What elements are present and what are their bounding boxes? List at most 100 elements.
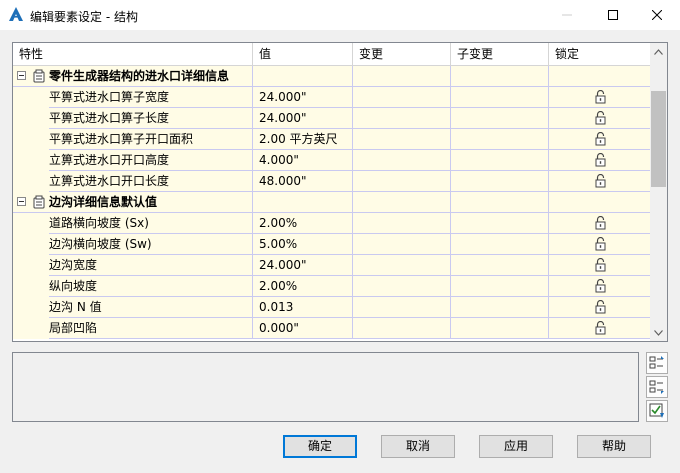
minimize-button[interactable] (544, 0, 590, 30)
maximize-button[interactable] (590, 0, 636, 30)
property-value[interactable]: 4.000" (253, 150, 353, 171)
child-override-cell (451, 87, 549, 108)
minimize-icon (562, 14, 572, 16)
property-name: 边沟横向坡度 (Sw) (49, 234, 253, 255)
override-cell (353, 171, 451, 192)
override-cell (353, 318, 451, 339)
property-row[interactable]: 边沟 N 值 0.013 (13, 297, 650, 318)
property-value[interactable]: 24.000" (253, 87, 353, 108)
property-row[interactable]: 立箅式进水口开口高度 4.000" (13, 150, 650, 171)
alphabetical-view-button[interactable] (646, 376, 668, 398)
category-empty-cell (549, 192, 650, 213)
property-name: 立箅式进水口开口高度 (49, 150, 253, 171)
property-value[interactable]: 24.000" (253, 108, 353, 129)
unlock-icon[interactable] (595, 90, 606, 104)
unlock-icon[interactable] (595, 174, 606, 188)
lock-cell (549, 87, 650, 108)
category-row[interactable]: 边沟详细信息默认值 (13, 192, 650, 213)
property-name: 平箅式进水口箅子长度 (49, 108, 253, 129)
description-panel (12, 352, 639, 422)
child-override-cell (451, 297, 549, 318)
property-row[interactable]: 平箅式进水口箅子长度 24.000" (13, 108, 650, 129)
vertical-scrollbar[interactable] (650, 43, 667, 341)
category-name: 零件生成器结构的进水口详细信息 (49, 66, 253, 87)
cancel-button[interactable]: 取消 (381, 435, 455, 458)
category-row[interactable]: 零件生成器结构的进水口详细信息 (13, 66, 650, 87)
property-row[interactable]: 纵向坡度 2.00% (13, 276, 650, 297)
unlock-icon[interactable] (595, 300, 606, 314)
lock-cell (549, 213, 650, 234)
child-override-cell (451, 318, 549, 339)
row-gutter (13, 297, 49, 318)
property-name: 纵向坡度 (49, 276, 253, 297)
override-cell (353, 129, 451, 150)
category-empty-cell (451, 66, 549, 87)
scroll-thumb[interactable] (651, 91, 666, 187)
property-grid[interactable]: 特性 值 变更 子变更 锁定 零件生成器结构的进水口详细信息 平箅式进水口箅子宽度… (12, 42, 668, 342)
lock-cell (549, 318, 650, 339)
child-override-cell (451, 213, 549, 234)
row-gutter (13, 276, 49, 297)
property-value[interactable]: 48.000" (253, 171, 353, 192)
property-value[interactable]: 24.000" (253, 255, 353, 276)
property-name: 边沟宽度 (49, 255, 253, 276)
column-header-value[interactable]: 值 (253, 43, 353, 66)
row-gutter (13, 87, 49, 108)
property-value[interactable]: 0.000" (253, 318, 353, 339)
child-override-cell (451, 129, 549, 150)
set-override-button[interactable] (646, 400, 668, 422)
unlock-icon[interactable] (595, 132, 606, 146)
ok-button[interactable]: 确定 (283, 435, 357, 458)
child-override-cell (451, 255, 549, 276)
categorized-view-button[interactable] (646, 352, 668, 374)
scroll-down-button[interactable] (650, 324, 667, 341)
autocad-civil-app-icon (9, 7, 23, 21)
property-row[interactable]: 平箅式进水口箅子宽度 24.000" (13, 87, 650, 108)
unlock-icon[interactable] (595, 279, 606, 293)
override-cell (353, 255, 451, 276)
row-gutter (13, 150, 49, 171)
property-value[interactable]: 2.00% (253, 213, 353, 234)
row-gutter (13, 66, 49, 87)
category-empty-cell (353, 192, 451, 213)
property-row[interactable]: 道路横向坡度 (Sx) 2.00% (13, 213, 650, 234)
scroll-up-button[interactable] (650, 43, 667, 60)
property-row[interactable]: 立箅式进水口开口长度 48.000" (13, 171, 650, 192)
column-header-override[interactable]: 变更 (353, 43, 451, 66)
unlock-icon[interactable] (595, 111, 606, 125)
unlock-icon[interactable] (595, 258, 606, 272)
row-gutter (13, 213, 49, 234)
window-title: 编辑要素设定 - 结构 (30, 10, 138, 24)
property-name: 道路横向坡度 (Sx) (49, 213, 253, 234)
property-row[interactable]: 边沟宽度 24.000" (13, 255, 650, 276)
property-name: 局部凹陷 (49, 318, 253, 339)
apply-button[interactable]: 应用 (479, 435, 553, 458)
column-header-child-override[interactable]: 子变更 (451, 43, 549, 66)
unlock-icon[interactable] (595, 153, 606, 167)
property-row[interactable]: 平箅式进水口箅子开口面积 2.00 平方英尺 (13, 129, 650, 150)
property-value[interactable]: 0.013 (253, 297, 353, 318)
column-header-property[interactable]: 特性 (13, 43, 253, 66)
lock-cell (549, 297, 650, 318)
category-empty-cell (253, 192, 353, 213)
property-name: 平箅式进水口箅子宽度 (49, 87, 253, 108)
unlock-icon[interactable] (595, 237, 606, 251)
property-row[interactable]: 局部凹陷 0.000" (13, 318, 650, 339)
unlock-icon[interactable] (595, 321, 606, 335)
unlock-icon[interactable] (595, 216, 606, 230)
property-value[interactable]: 5.00% (253, 234, 353, 255)
property-row[interactable]: 边沟横向坡度 (Sw) 5.00% (13, 234, 650, 255)
alphabetical-sort-icon (649, 380, 664, 394)
categorized-sort-icon (649, 356, 664, 369)
override-cell (353, 213, 451, 234)
help-button[interactable]: 帮助 (577, 435, 651, 458)
row-gutter (13, 318, 49, 339)
close-button[interactable] (634, 0, 680, 30)
property-name: 边沟 N 值 (49, 297, 253, 318)
lock-cell (549, 234, 650, 255)
property-value[interactable]: 2.00% (253, 276, 353, 297)
column-header-lock[interactable]: 锁定 (549, 43, 650, 66)
property-name: 立箅式进水口开口长度 (49, 171, 253, 192)
child-override-cell (451, 276, 549, 297)
property-value[interactable]: 2.00 平方英尺 (253, 129, 353, 150)
